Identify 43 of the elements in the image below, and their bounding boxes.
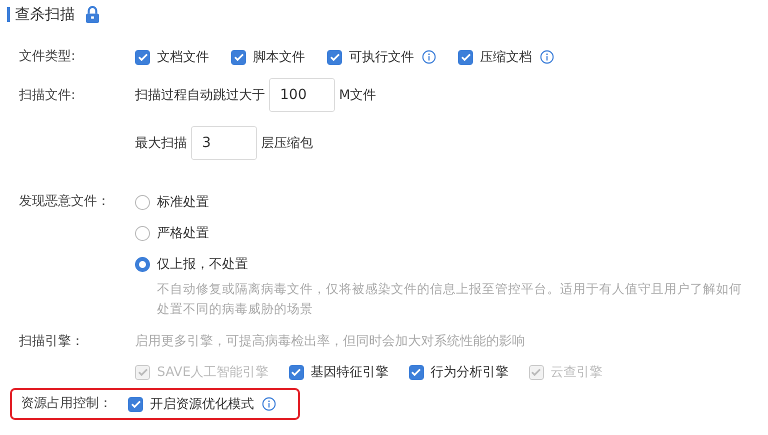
- check-icon: [136, 366, 148, 378]
- checkbox-label: 压缩文档: [480, 49, 532, 66]
- info-icon[interactable]: [262, 397, 276, 411]
- section-title: 查杀扫描: [15, 4, 75, 24]
- size-suffix: M文件: [339, 87, 376, 104]
- radio-label: 严格处置: [157, 225, 209, 242]
- info-icon[interactable]: [540, 50, 554, 64]
- radio-button[interactable]: [135, 194, 150, 210]
- checkbox-label: 可执行文件: [349, 49, 414, 66]
- checkbox-label: 基因特征引擎: [310, 364, 389, 381]
- engine-hint: 启用更多引擎，可提高病毒检出率，但同时会加大对系统性能的影响: [135, 333, 526, 351]
- checkbox[interactable]: [128, 396, 143, 412]
- radio-label: 仅上报，不处置: [157, 256, 248, 273]
- field-label: 文件类型:: [19, 48, 76, 66]
- checkbox-label: 文档文件: [157, 49, 209, 66]
- field-label: 发现恶意文件：: [19, 193, 111, 211]
- check-icon: [530, 366, 542, 378]
- checkbox[interactable]: [458, 50, 473, 64]
- depth-input[interactable]: 3: [191, 126, 257, 160]
- option-description: 不自动修复或隔离病毒文件，仅将被感染文件的信息上报至管控平台。适用于有人值守且用户了解如何处置不同的病毒威胁的场景: [157, 280, 743, 318]
- size-prefix: 扫描过程自动跳过大于: [135, 87, 265, 104]
- field-label: 资源占用控制：: [21, 395, 113, 413]
- size-input[interactable]: 100: [269, 78, 335, 112]
- check-icon: [290, 366, 302, 378]
- checkbox[interactable]: [408, 364, 424, 380]
- field-label: 扫描引擎：: [19, 333, 85, 351]
- checkbox-label: SAVE人工智能引擎: [157, 364, 269, 381]
- depth-prefix: 最大扫描: [135, 135, 187, 152]
- info-icon[interactable]: [422, 50, 436, 64]
- radio-button[interactable]: [135, 226, 150, 240]
- checkbox[interactable]: [135, 50, 150, 64]
- depth-suffix: 层压缩包: [261, 135, 313, 152]
- field-label: 扫描文件:: [19, 87, 76, 105]
- checkbox[interactable]: [231, 50, 246, 64]
- radio-label: 标准处置: [157, 194, 209, 211]
- checkbox[interactable]: [327, 50, 342, 64]
- radio-button[interactable]: [135, 256, 150, 272]
- checkbox-label: 行为分析引擎: [430, 364, 509, 381]
- checkbox-label: 脚本文件: [253, 49, 305, 66]
- checkbox-label: 云查引擎: [550, 364, 603, 381]
- checkbox-label: 开启资源优化模式: [150, 396, 254, 413]
- checkbox[interactable]: [288, 364, 304, 380]
- check-icon: [410, 366, 422, 378]
